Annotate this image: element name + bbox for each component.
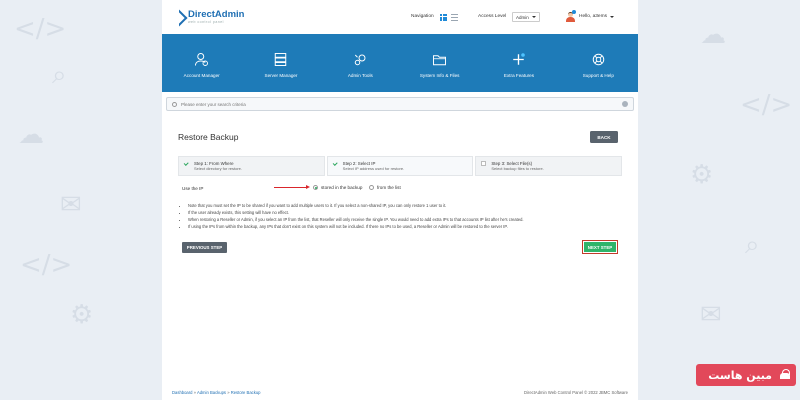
- logo[interactable]: DirectAdmin web control panel: [172, 10, 244, 24]
- radio-stored-in-backup[interactable]: stored in the backup: [313, 185, 362, 190]
- menu-server-manager[interactable]: Server Manager: [241, 34, 320, 92]
- account-manager-icon: [195, 53, 209, 66]
- menu-label: Extra Features: [503, 73, 535, 78]
- server-manager-icon: [275, 53, 287, 66]
- radio-label: from the list: [377, 185, 401, 190]
- radio-unselected-icon: [369, 185, 374, 190]
- watermark-text: مبین هاست: [708, 368, 772, 382]
- next-step-button[interactable]: NEXT STEP: [584, 242, 616, 252]
- previous-step-button[interactable]: PREVIOUS STEP: [182, 241, 227, 253]
- clear-icon[interactable]: [622, 101, 628, 107]
- menu-support-help[interactable]: Support & Help: [559, 34, 638, 92]
- step-description: Select IP address used for restore.: [342, 166, 405, 172]
- step-3[interactable]: Step 3: Select File(s) Select backup fil…: [475, 156, 623, 176]
- avatar[interactable]: [566, 10, 576, 22]
- content-area: Restore Backup BACK Step 1: From Where S…: [178, 126, 623, 254]
- menu-system-info[interactable]: System Info & Files: [400, 34, 479, 92]
- step-description: Select directory for restore.: [194, 166, 243, 172]
- plus-icon: [513, 53, 526, 65]
- breadcrumb-dashboard[interactable]: Dashboard: [172, 390, 193, 395]
- step-description: Select backup files to restore.: [491, 166, 544, 172]
- menu-admin-tools[interactable]: Admin Tools: [321, 34, 400, 92]
- radio-label: stored in the backup: [321, 185, 363, 190]
- menu-extra-features[interactable]: Extra Features: [479, 34, 558, 92]
- ip-option-row: Use the IP stored in the backup from the…: [178, 180, 622, 196]
- use-ip-label: Use the IP: [182, 186, 204, 191]
- step-checkbox-icon: [481, 161, 486, 166]
- menu-label: Support & Help: [582, 73, 614, 78]
- user-menu[interactable]: Hello, a3ems: [579, 14, 614, 19]
- logo-subtitle: web control panel: [188, 19, 224, 24]
- wizard-steps: Step 1: From Where Select directory for …: [178, 156, 623, 176]
- next-step-highlight: NEXT STEP: [582, 240, 618, 254]
- breadcrumb-restore-backup[interactable]: Restore Backup: [231, 390, 261, 395]
- radio-from-list[interactable]: from the list: [369, 185, 401, 190]
- main-menu: Account Manager Server Manager Admin Too…: [162, 34, 638, 92]
- watermark-badge: مبین هاست: [696, 364, 796, 386]
- chevron-down-icon: [610, 15, 614, 18]
- directadmin-logo-icon: [172, 11, 184, 23]
- access-level-value: Admin: [516, 14, 529, 20]
- note-item: If using the IPs from within the backup,…: [188, 223, 622, 230]
- wizard-actions: PREVIOUS STEP NEXT STEP: [178, 240, 622, 254]
- menu-label: Account Manager: [183, 73, 220, 78]
- search-icon: [172, 101, 177, 107]
- note-item: When restoring a Reseller or Admin, if y…: [188, 216, 622, 223]
- page-title: Restore Backup: [178, 132, 239, 142]
- search-input[interactable]: [181, 101, 618, 107]
- menu-account-manager[interactable]: Account Manager: [162, 34, 241, 92]
- note-item: If the user already exists, this setting…: [188, 209, 622, 216]
- breadcrumb: Dashboard » Admin Backups » Restore Back…: [172, 390, 261, 395]
- menu-label: Server Manager: [264, 73, 298, 78]
- access-level-label: Access Level: [478, 14, 507, 19]
- admin-tools-icon: [354, 54, 366, 66]
- main-panel: DirectAdmin web control panel Navigation…: [162, 0, 638, 400]
- grid-view-icon[interactable]: [440, 14, 447, 21]
- arrow-right-icon: [274, 184, 310, 190]
- breadcrumb-admin-backups[interactable]: Admin Backups: [197, 390, 226, 395]
- user-greeting: Hello, a3ems: [579, 14, 607, 19]
- menu-label: Admin Tools: [347, 73, 373, 78]
- top-bar: DirectAdmin web control panel Navigation…: [162, 0, 638, 34]
- radio-selected-icon: [313, 185, 318, 190]
- notes-list: Note that you must set the IP to be shar…: [178, 202, 622, 230]
- menu-label: System Info & Files: [419, 73, 460, 78]
- back-button[interactable]: BACK: [590, 131, 618, 143]
- note-item: Note that you must set the IP to be shar…: [188, 202, 622, 209]
- step-1[interactable]: Step 1: From Where Select directory for …: [178, 156, 325, 176]
- watermark-logo-icon: [778, 368, 792, 382]
- navigation-label: Navigation: [411, 14, 434, 19]
- footer: Dashboard » Admin Backups » Restore Back…: [172, 390, 628, 395]
- list-view-icon[interactable]: [451, 14, 458, 21]
- chevron-down-icon: [532, 16, 536, 18]
- notification-badge: [572, 10, 576, 14]
- access-level-select[interactable]: Admin: [512, 12, 540, 22]
- lifebuoy-icon: [592, 53, 605, 66]
- step-2[interactable]: Step 2: Select IP Select IP address used…: [326, 156, 474, 176]
- logo-title: DirectAdmin: [188, 9, 245, 20]
- copyright: DirectAdmin Web Control Panel © 2022 JBM…: [523, 390, 628, 395]
- search-box: [166, 97, 634, 111]
- search-bar: [162, 92, 638, 118]
- folder-icon: [433, 55, 447, 66]
